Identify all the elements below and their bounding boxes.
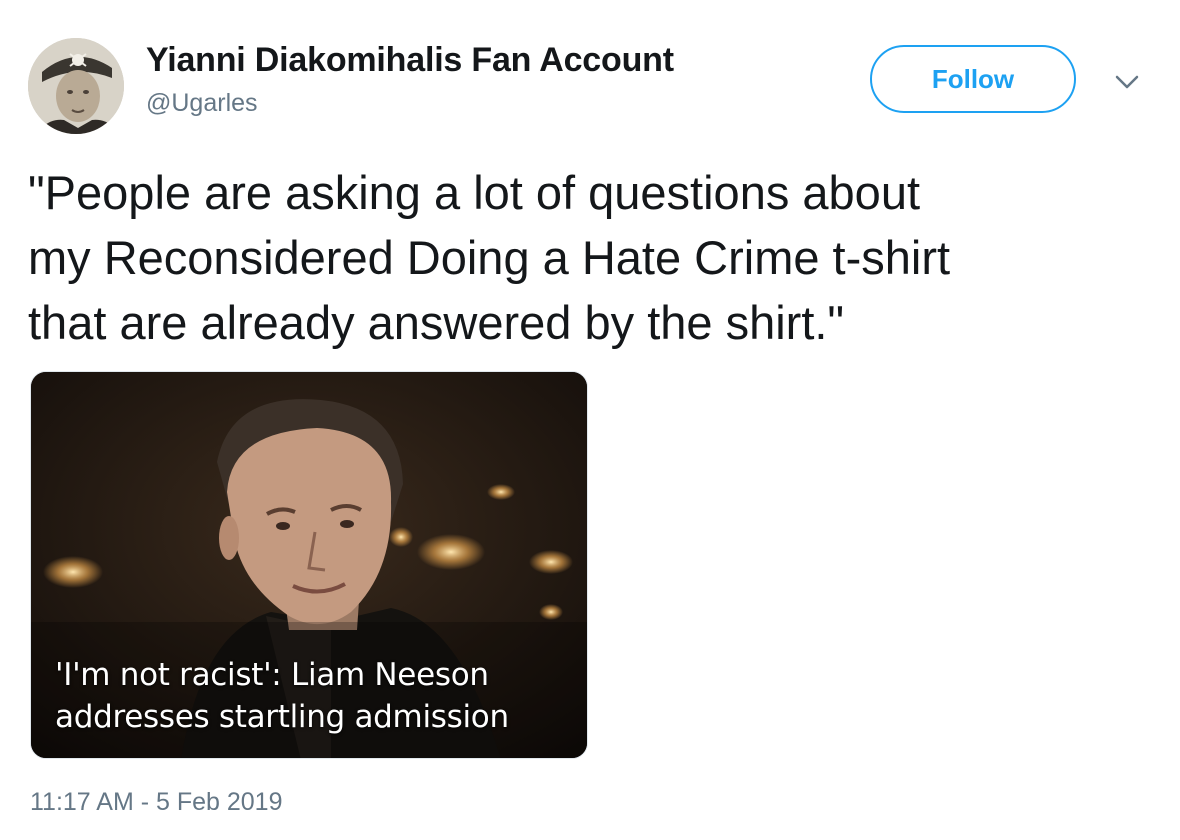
media-caption: 'I'm not racist': Liam Neeson addresses … [55, 654, 509, 738]
avatar[interactable] [28, 38, 124, 134]
author-display-name[interactable]: Yianni Diakomihalis Fan Account [146, 41, 674, 80]
follow-button[interactable]: Follow [870, 45, 1076, 113]
tweet-timestamp[interactable]: 11:17 AM - 5 Feb 2019 [30, 788, 282, 817]
media-caption-line: addresses startling admission [55, 699, 509, 735]
chevron-down-icon[interactable] [1112, 70, 1142, 94]
tweet-text-line: my Reconsidered Doing a Hate Crime t-shi… [28, 231, 951, 284]
avatar-portrait-image [28, 38, 124, 134]
media-caption-line: 'I'm not racist': Liam Neeson [55, 657, 489, 693]
tweet-text: "People are asking a lot of questions ab… [28, 160, 1158, 355]
media-image[interactable]: 'I'm not racist': Liam Neeson addresses … [30, 371, 588, 759]
tweet-text-line: "People are asking a lot of questions ab… [28, 166, 921, 219]
tweet-text-line: that are already answered by the shirt." [28, 296, 845, 349]
author-handle[interactable]: @Ugarles [146, 89, 258, 118]
